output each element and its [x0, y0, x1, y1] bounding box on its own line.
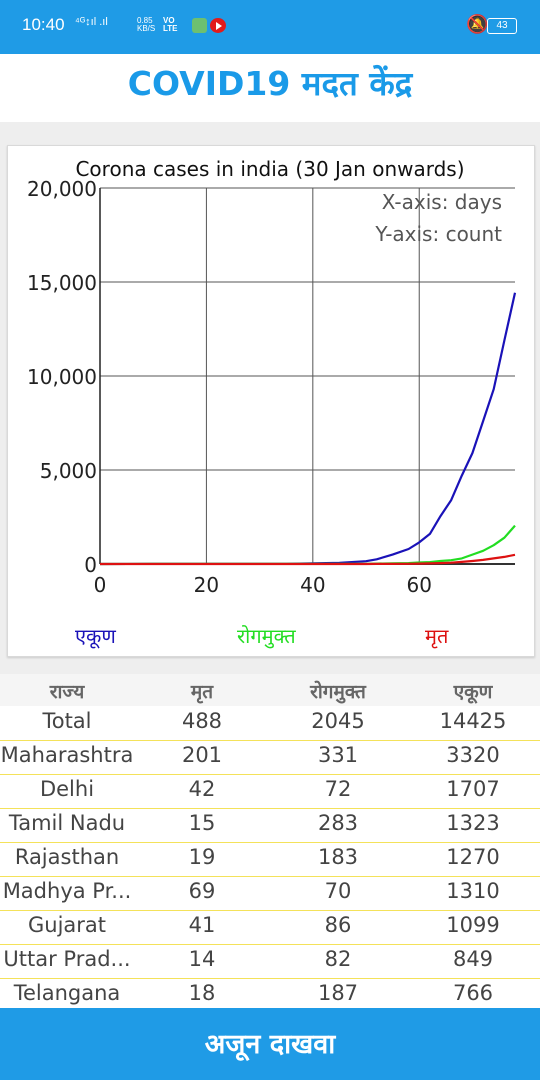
lte-label: LTE: [163, 24, 178, 33]
deaths-count: 488: [181, 709, 223, 733]
state-name: Uttar Prad...: [3, 947, 131, 971]
state-name: Maharashtra: [0, 743, 134, 767]
recovered-count: 331: [317, 743, 359, 767]
total-count: 3320: [446, 743, 500, 767]
x-tick-label: 40: [300, 573, 325, 597]
signal-icon: ⁴ᴳ↕ıl .ıl: [75, 16, 108, 28]
y-tick-label: 5,000: [40, 459, 97, 483]
notification-app-icon: [192, 18, 207, 33]
header-deaths: मृत: [190, 681, 214, 703]
y-axis-note: Y-axis: count: [374, 222, 502, 246]
chart-card: Corona cases in india (30 Jan onwards) X…: [7, 145, 535, 657]
y-tick-label: 10,000: [27, 365, 97, 389]
table-row: Gujarat 41 86 1099: [0, 910, 540, 945]
recovered-count: 72: [324, 777, 352, 801]
youtube-icon: [210, 18, 226, 33]
chart-title: Corona cases in india (30 Jan onwards): [75, 157, 464, 181]
total-count: 1323: [446, 811, 500, 835]
deaths-count: 69: [188, 879, 216, 903]
total-count: 14425: [439, 709, 507, 733]
deaths-count: 14: [188, 947, 216, 971]
table-row: Rajasthan 19 183 1270: [0, 842, 540, 877]
recovered-count: 183: [317, 845, 359, 869]
recovered-count: 82: [324, 947, 352, 971]
table-row: Uttar Prad... 14 82 849: [0, 944, 540, 979]
series-line-recovered: [99, 524, 516, 566]
total-count: 1270: [446, 845, 500, 869]
legend-total: एकूण: [75, 624, 116, 648]
deaths-count: 41: [188, 913, 216, 937]
state-table: राज्य मृत रोगमुक्त एकूण Total 488 2045 1…: [0, 674, 540, 1008]
deaths-count: 201: [181, 743, 223, 767]
total-count: 849: [452, 947, 494, 971]
legend-deaths: मृत: [425, 624, 449, 648]
total-count: 1707: [446, 777, 500, 801]
header-state: राज्य: [49, 681, 85, 703]
status-bar: 10:40 ⁴ᴳ↕ıl .ıl 0.85 KB/S VO LTE 🔕 43: [0, 0, 540, 54]
state-name: Gujarat: [27, 913, 107, 937]
state-name: Total: [42, 709, 92, 733]
series-line-total: [99, 292, 517, 566]
legend-recovered: रोगमुक्त: [237, 624, 296, 648]
show-more-button[interactable]: अजून दाखवा: [0, 1008, 540, 1080]
deaths-count: 19: [188, 845, 216, 869]
table-row: Telangana 18 187 766: [0, 978, 540, 1008]
header-total: एकूण: [453, 681, 493, 703]
state-name: Delhi: [39, 777, 95, 801]
x-tick-label: 60: [407, 573, 432, 597]
table-row: Madhya Pr... 69 70 1310: [0, 876, 540, 911]
state-name: Madhya Pr...: [2, 879, 132, 903]
state-name: Tamil Nadu: [8, 811, 126, 835]
recovered-count: 187: [317, 981, 359, 1005]
cases-line-chart: Corona cases in india (30 Jan onwards) X…: [27, 157, 517, 597]
deaths-count: 15: [188, 811, 216, 835]
table-row: Tamil Nadu 15 283 1323: [0, 808, 540, 843]
x-tick-label: 20: [194, 573, 219, 597]
y-tick-label: 0: [84, 553, 97, 577]
x-axis-note: X-axis: days: [382, 190, 502, 214]
total-count: 1099: [446, 913, 500, 937]
net-speed: 0.85 KB/S: [137, 17, 155, 33]
recovered-count: 70: [324, 879, 352, 903]
table-row: Maharashtra 201 331 3320: [0, 740, 540, 775]
table-header: राज्य मृत रोगमुक्त एकूण: [0, 674, 540, 706]
state-name: Rajasthan: [14, 845, 120, 869]
y-tick-label: 15,000: [27, 271, 97, 295]
deaths-count: 42: [188, 777, 216, 801]
app-title: COVID19 मदत केंद्र: [0, 54, 540, 120]
deaths-count: 18: [188, 981, 216, 1005]
y-tick-label: 20,000: [27, 177, 97, 201]
table-row: Total 488 2045 14425: [0, 706, 540, 741]
mute-icon: 🔕: [466, 14, 489, 35]
header-recovered: रोगमुक्त: [310, 681, 366, 703]
recovered-count: 2045: [311, 709, 365, 733]
recovered-count: 86: [324, 913, 352, 937]
table-row: Delhi 42 72 1707: [0, 774, 540, 809]
total-count: 1310: [446, 879, 500, 903]
volte-indicator: VO LTE: [163, 17, 178, 33]
battery-icon: 43: [487, 18, 517, 34]
recovered-count: 283: [317, 811, 359, 835]
chart-area: Corona cases in india (30 Jan onwards) X…: [0, 122, 540, 674]
net-speed-unit: KB/S: [137, 24, 156, 33]
battery-level: 43: [496, 20, 508, 31]
status-time: 10:40: [22, 15, 65, 34]
total-count: 766: [452, 981, 494, 1005]
state-name: Telangana: [13, 981, 121, 1005]
